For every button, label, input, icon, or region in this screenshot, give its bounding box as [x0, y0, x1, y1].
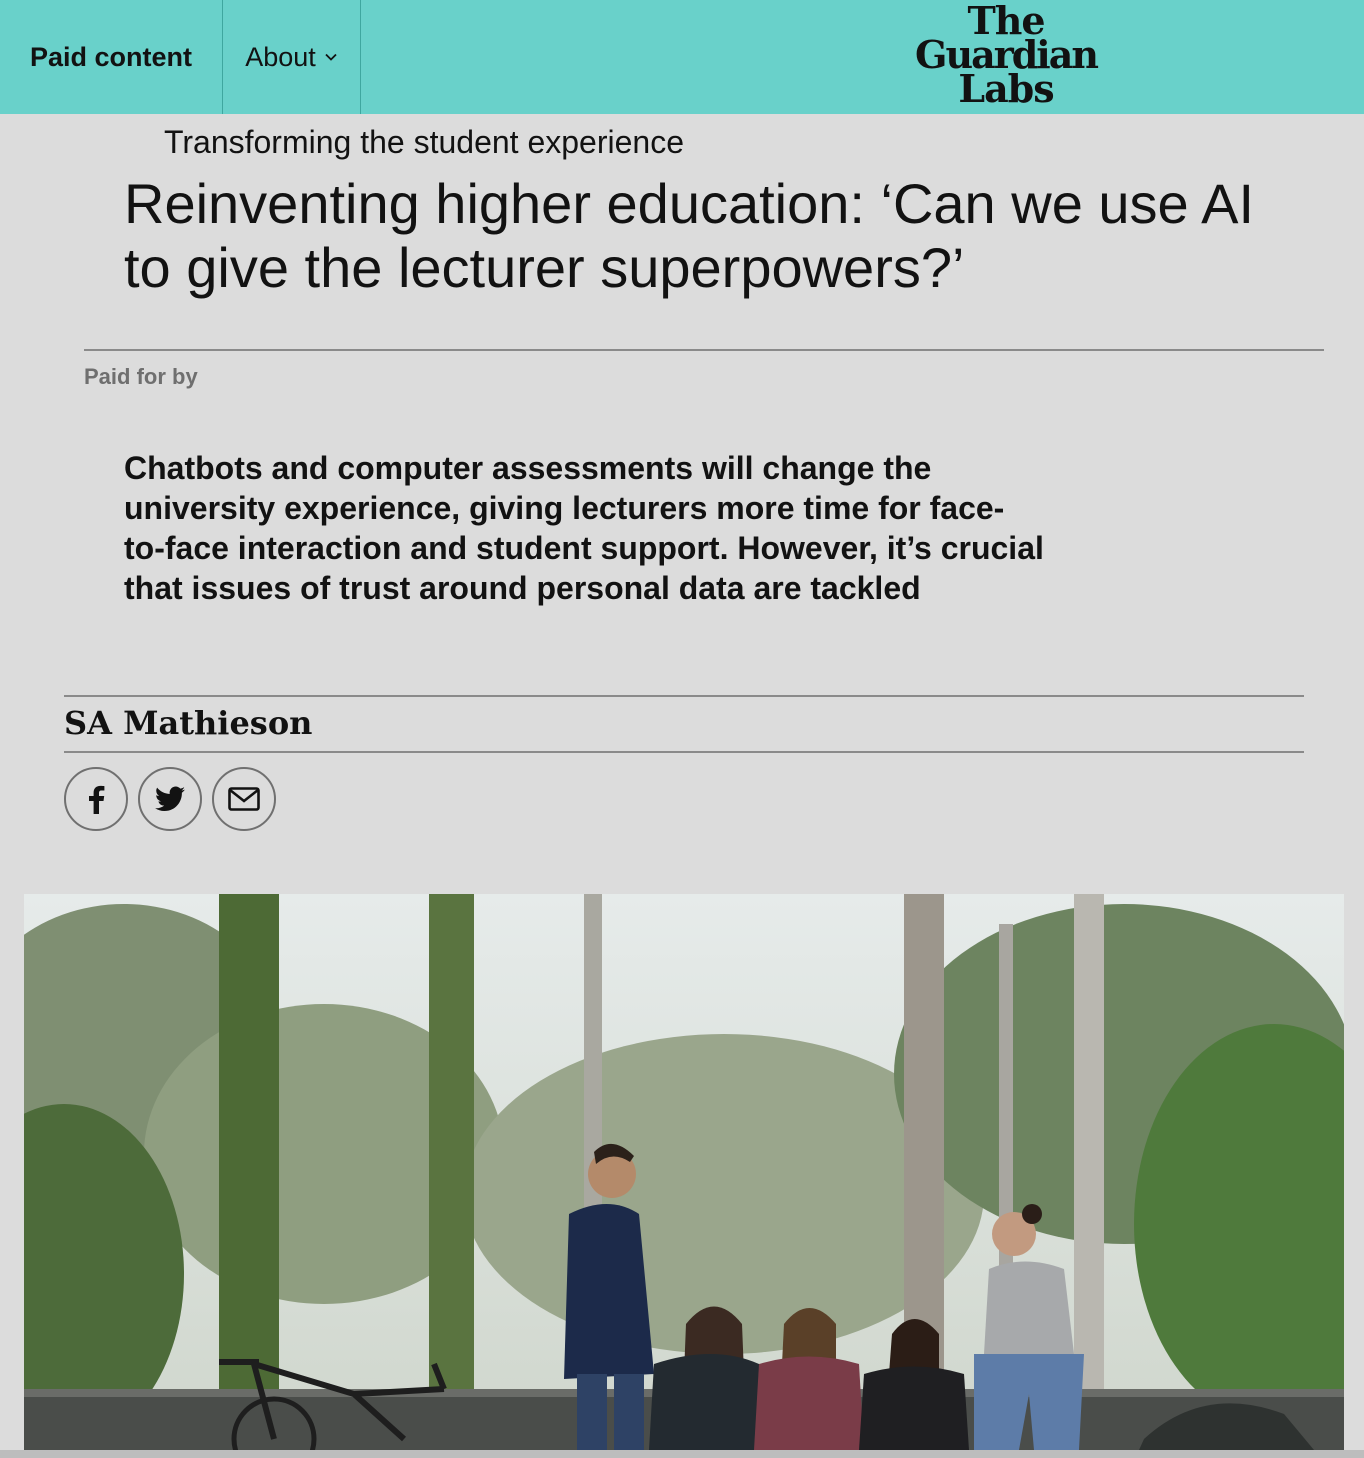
divider [84, 349, 1324, 351]
share-twitter-button[interactable] [138, 767, 202, 831]
paid-content-label: Paid content [29, 41, 192, 72]
guardian-labs-logo[interactable]: The Guardian Labs [906, 1, 1106, 112]
author-byline[interactable]: SA Mathieson [64, 704, 312, 742]
article-standfirst: Chatbots and computer assessments will c… [124, 450, 1044, 606]
chevron-down-icon [325, 53, 337, 61]
divider [64, 695, 1304, 697]
series-kicker[interactable]: Transforming the student experience [164, 124, 684, 161]
page-bottom-edge [0, 1450, 1364, 1458]
share-facebook-button[interactable] [64, 767, 128, 831]
paid-for-by-label: Paid for by [84, 364, 198, 389]
share-email-button[interactable] [212, 767, 276, 831]
about-menu-button[interactable]: About [223, 0, 361, 114]
divider [64, 751, 1304, 753]
twitter-icon [155, 786, 185, 811]
students-in-park-photo [24, 894, 1344, 1450]
about-label: About [245, 41, 316, 72]
header-bar: Paid content About The Guardian Labs [0, 0, 1364, 114]
photo-illustration [24, 894, 1344, 1450]
facebook-icon [89, 785, 105, 814]
email-icon [228, 787, 260, 811]
logo-line-3: Labs [958, 66, 1054, 112]
paid-content-link[interactable]: Paid content [0, 0, 223, 114]
article-headline: Reinventing higher education: ‘Can we us… [124, 172, 1255, 299]
